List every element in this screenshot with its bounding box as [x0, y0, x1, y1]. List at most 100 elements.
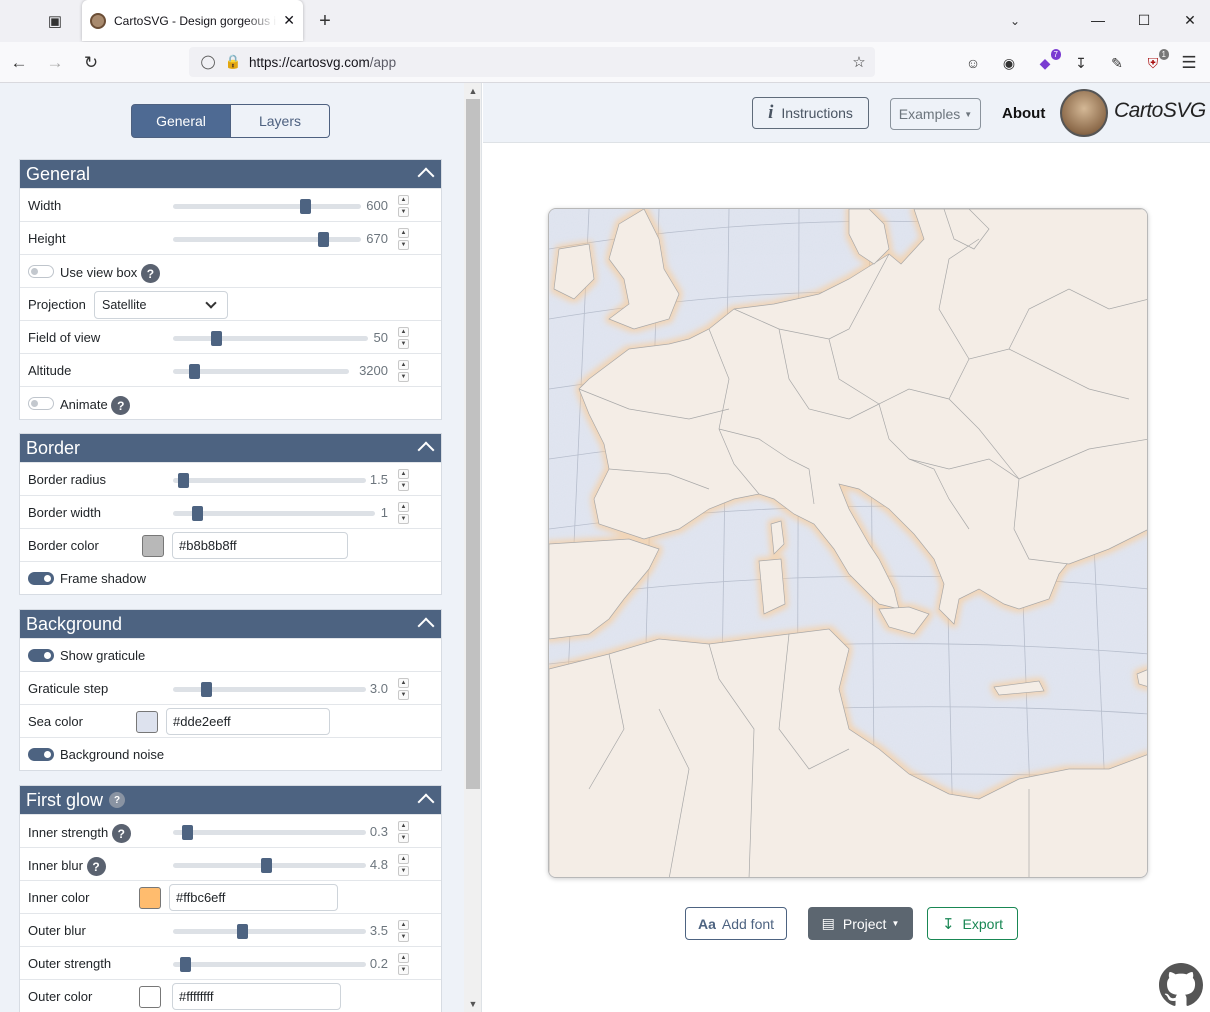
- width-slider[interactable]: [173, 199, 361, 214]
- help-icon[interactable]: ?: [109, 792, 126, 808]
- decrement-icon[interactable]: ▼: [398, 833, 409, 843]
- increment-icon[interactable]: ▲: [398, 821, 409, 831]
- outer-strength-stepper[interactable]: ▲ ▼: [398, 953, 409, 975]
- sidebar-scrollbar[interactable]: ▲ ▼: [464, 83, 481, 1012]
- inner-color-swatch[interactable]: [139, 887, 161, 909]
- inner-blur-slider[interactable]: [173, 858, 366, 873]
- browser-tab-active[interactable]: CartoSVG - Design gorgeous interactive m…: [82, 0, 303, 41]
- width-slider-thumb[interactable]: [299, 199, 311, 214]
- altitude-slider-thumb[interactable]: [189, 364, 201, 379]
- border-radius-slider[interactable]: [173, 473, 366, 488]
- close-tab-icon[interactable]: ✕: [283, 12, 295, 29]
- lock-icon[interactable]: 🔒: [223, 54, 243, 70]
- tab-manager-icon[interactable]: ▣: [40, 6, 70, 36]
- help-icon[interactable]: ?: [140, 264, 160, 283]
- outer-blur-stepper[interactable]: ▲ ▼: [398, 920, 409, 942]
- border-radius-stepper[interactable]: ▲ ▼: [398, 469, 409, 491]
- graticule-step-slider-thumb[interactable]: [200, 682, 212, 697]
- extension-badge-icon[interactable]: ◆ 7: [1034, 49, 1061, 74]
- height-stepper[interactable]: ▲ ▼: [398, 228, 409, 250]
- decrement-icon[interactable]: ▼: [398, 866, 409, 876]
- scroll-down-icon[interactable]: ▼: [464, 996, 481, 1012]
- panel-border-header[interactable]: Border: [20, 434, 441, 462]
- map-preview[interactable]: [548, 208, 1148, 878]
- height-slider[interactable]: [173, 232, 361, 247]
- inner-strength-slider[interactable]: [173, 825, 366, 840]
- increment-icon[interactable]: ▲: [398, 228, 409, 238]
- new-tab-icon[interactable]: +: [310, 6, 340, 36]
- scroll-up-icon[interactable]: ▲: [464, 83, 481, 99]
- increment-icon[interactable]: ▲: [398, 502, 409, 512]
- field-of-view-stepper[interactable]: ▲ ▼: [398, 327, 409, 349]
- decrement-icon[interactable]: ▼: [398, 932, 409, 942]
- increment-icon[interactable]: ▲: [398, 920, 409, 930]
- panel-background-header[interactable]: Background: [20, 610, 441, 638]
- menu-hamburger-icon[interactable]: ☰: [1178, 52, 1200, 74]
- outer-blur-slider[interactable]: [173, 924, 366, 939]
- altitude-slider[interactable]: [173, 364, 349, 379]
- show-graticule-toggle[interactable]: [28, 649, 54, 662]
- animate-toggle[interactable]: [28, 397, 54, 410]
- increment-icon[interactable]: ▲: [398, 327, 409, 337]
- collapse-chevron-icon[interactable]: [417, 793, 435, 811]
- border-width-slider[interactable]: [173, 506, 375, 521]
- github-icon[interactable]: [1159, 963, 1203, 1007]
- height-slider-thumb[interactable]: [318, 232, 330, 247]
- decrement-icon[interactable]: ▼: [398, 965, 409, 975]
- instructions-button[interactable]: i Instructions: [752, 97, 869, 129]
- collapse-chevron-icon[interactable]: [417, 617, 435, 635]
- export-button[interactable]: ↧ Export: [927, 907, 1018, 940]
- border-radius-slider-thumb[interactable]: [177, 473, 189, 488]
- decrement-icon[interactable]: ▼: [398, 690, 409, 700]
- tab-general[interactable]: General: [131, 104, 231, 138]
- maximize-icon[interactable]: ☐: [1121, 0, 1167, 40]
- collapse-chevron-icon[interactable]: [417, 441, 435, 459]
- inner-blur-slider-thumb[interactable]: [260, 858, 272, 873]
- increment-icon[interactable]: ▲: [398, 469, 409, 479]
- shield-icon[interactable]: ◯: [193, 54, 223, 70]
- outer-color-input[interactable]: #ffffffff: [172, 983, 341, 1010]
- map-svg[interactable]: [549, 209, 1148, 878]
- account-icon[interactable]: ☺: [962, 52, 984, 74]
- list-tabs-chevron-icon[interactable]: ⌄: [1000, 6, 1030, 36]
- field-of-view-slider-thumb[interactable]: [210, 331, 222, 346]
- border-width-slider-thumb[interactable]: [192, 506, 204, 521]
- decrement-icon[interactable]: ▼: [398, 339, 409, 349]
- increment-icon[interactable]: ▲: [398, 360, 409, 370]
- decrement-icon[interactable]: ▼: [398, 372, 409, 382]
- border-color-input[interactable]: #b8b8b8ff: [172, 532, 348, 559]
- sea-color-swatch[interactable]: [136, 711, 158, 733]
- privacy-extension-icon[interactable]: ◉: [998, 52, 1020, 74]
- inner-strength-slider-thumb[interactable]: [181, 825, 193, 840]
- decrement-icon[interactable]: ▼: [398, 514, 409, 524]
- close-window-icon[interactable]: ✕: [1167, 0, 1210, 40]
- forward-arrow-icon[interactable]: →: [40, 48, 70, 78]
- increment-icon[interactable]: ▲: [398, 678, 409, 688]
- increment-icon[interactable]: ▲: [398, 854, 409, 864]
- outer-strength-slider-thumb[interactable]: [179, 957, 191, 972]
- decrement-icon[interactable]: ▼: [398, 207, 409, 217]
- ublock-icon[interactable]: ⛨ 1: [1142, 49, 1169, 74]
- increment-icon[interactable]: ▲: [398, 953, 409, 963]
- frame-shadow-toggle[interactable]: [28, 572, 54, 585]
- inner-color-input[interactable]: #ffbc6eff: [169, 884, 338, 911]
- url-text[interactable]: https://cartosvg.com/app: [249, 55, 843, 70]
- address-bar[interactable]: ◯ 🔒 https://cartosvg.com/app ☆: [189, 47, 875, 77]
- help-icon[interactable]: ?: [111, 396, 131, 415]
- graticule-step-stepper[interactable]: ▲ ▼: [398, 678, 409, 700]
- inner-blur-stepper[interactable]: ▲ ▼: [398, 854, 409, 876]
- extensions-puzzle-icon[interactable]: ✎: [1106, 52, 1128, 74]
- decrement-icon[interactable]: ▼: [398, 240, 409, 250]
- help-icon[interactable]: ?: [86, 857, 106, 876]
- examples-dropdown[interactable]: Examples ▼: [890, 98, 981, 130]
- tab-layers[interactable]: Layers: [231, 104, 330, 138]
- decrement-icon[interactable]: ▼: [398, 481, 409, 491]
- border-width-stepper[interactable]: ▲ ▼: [398, 502, 409, 524]
- projection-select[interactable]: Satellite: [94, 291, 228, 319]
- width-stepper[interactable]: ▲ ▼: [398, 195, 409, 217]
- project-dropdown-button[interactable]: ▤ Project ▼: [808, 907, 913, 940]
- about-link[interactable]: About: [1002, 105, 1045, 122]
- background-noise-toggle[interactable]: [28, 748, 54, 761]
- altitude-stepper[interactable]: ▲ ▼: [398, 360, 409, 382]
- outer-blur-slider-thumb[interactable]: [237, 924, 249, 939]
